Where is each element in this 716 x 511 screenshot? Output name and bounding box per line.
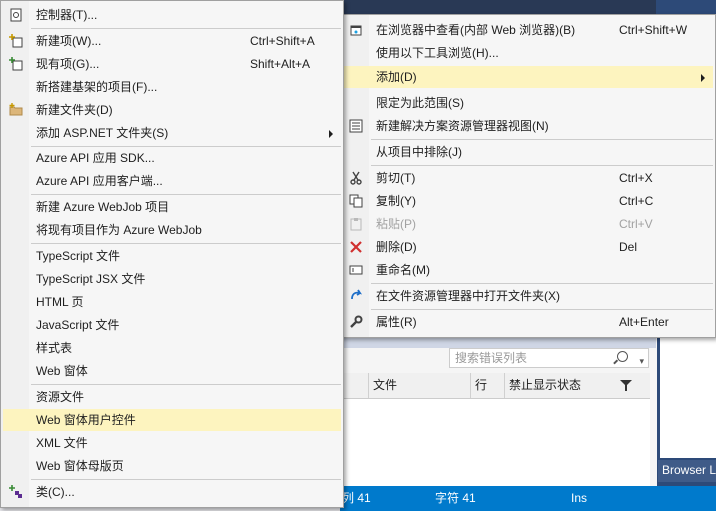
menu-item-open-in-explorer[interactable]: 在文件资源管理器中打开文件夹(X) (343, 285, 713, 307)
new-item-icon (9, 34, 23, 48)
error-list-search-input[interactable]: 搜索错误列表 ▾ (449, 348, 649, 368)
column-suppression[interactable]: 禁止显示状态 (504, 373, 650, 398)
status-mode: Ins (571, 491, 588, 505)
menu-item-delete[interactable]: 删除(D) Del (343, 236, 713, 258)
menu-separator (31, 384, 341, 385)
menu-item-new-scaffolded-item[interactable]: 新搭建基架的项目(F)... (3, 76, 341, 98)
menu-item-existing-item[interactable]: 现有项(G)... Shift+Alt+A (3, 53, 341, 75)
wrench-icon (350, 315, 363, 328)
menu-separator (31, 479, 341, 480)
add-submenu: 控制器(T)... 新建项(W)... Ctrl+Shift+A 现有项(G).… (0, 0, 344, 508)
menu-item-exclude-from-project[interactable]: 从项目中排除(J) (343, 141, 713, 163)
filter-icon[interactable] (620, 380, 632, 391)
menu-item-cut[interactable]: 剪切(T) Ctrl+X (343, 167, 713, 189)
menu-item-properties[interactable]: 属性(R) Alt+Enter (343, 311, 713, 333)
menu-separator (31, 194, 341, 195)
new-folder-icon (9, 103, 23, 116)
chevron-right-icon (329, 130, 333, 138)
error-list-body (340, 399, 650, 487)
menu-item-new-explorer-view[interactable]: 新建解决方案资源管理器视图(N) (343, 115, 713, 137)
menu-item-azure-api-sdk[interactable]: Azure API 应用 SDK... (3, 147, 341, 169)
menu-item-existing-as-webjob[interactable]: 将现有项目作为 Azure WebJob (3, 219, 341, 241)
chevron-down-icon[interactable]: ▾ (639, 352, 644, 370)
controller-icon (10, 8, 22, 22)
paste-icon (350, 218, 362, 231)
menu-item-rename[interactable]: 重命名(M) (343, 259, 713, 281)
menu-item-html-page[interactable]: HTML 页 (3, 291, 341, 313)
menu-item-typescript-file[interactable]: TypeScript 文件 (3, 245, 341, 267)
browser-view-icon (350, 25, 362, 36)
menu-item-class[interactable]: 类(C)... (3, 481, 341, 503)
browser-link-tab[interactable]: Browser Li (658, 460, 716, 482)
menu-item-copy[interactable]: 复制(Y) Ctrl+C (343, 190, 713, 212)
status-column: 列 41 (342, 491, 371, 505)
menu-item-azure-api-client[interactable]: Azure API 应用客户端... (3, 170, 341, 192)
menu-separator (371, 283, 713, 284)
menu-item-new-item[interactable]: 新建项(W)... Ctrl+Shift+A (3, 30, 341, 52)
menu-item-resource-file[interactable]: 资源文件 (3, 386, 341, 408)
cut-icon (350, 171, 362, 185)
new-view-icon (349, 119, 363, 133)
menu-item-javascript-file[interactable]: JavaScript 文件 (3, 314, 341, 336)
open-folder-icon (351, 289, 363, 300)
search-placeholder: 搜索错误列表 (455, 351, 528, 365)
menu-item-add-aspnet-folder[interactable]: 添加 ASP.NET 文件夹(S) (3, 122, 341, 144)
menu-item-typescript-jsx-file[interactable]: TypeScript JSX 文件 (3, 268, 341, 290)
solution-explorer-panel (660, 336, 716, 458)
menu-item-browse-with[interactable]: 使用以下工具浏览(H)... (343, 42, 713, 64)
menu-item-scope-to-this[interactable]: 限定为此范围(S) (343, 92, 713, 114)
menu-item-web-form-master[interactable]: Web 窗体母版页 (3, 455, 341, 477)
error-list-header: 文件 行 禁止显示状态 (340, 373, 650, 399)
search-icon[interactable] (617, 351, 628, 362)
menu-separator (371, 165, 713, 166)
menu-item-paste[interactable]: 粘贴(P) Ctrl+V (343, 213, 713, 235)
menu-item-web-user-control[interactable]: Web 窗体用户控件 (3, 409, 341, 431)
existing-item-icon (9, 57, 23, 71)
menu-item-new-azure-webjob[interactable]: 新建 Azure WebJob 项目 (3, 196, 341, 218)
chevron-right-icon (701, 74, 705, 82)
column-line[interactable]: 行 (470, 373, 505, 398)
context-menu: 在浏览器中查看(内部 Web 浏览器)(B) Ctrl+Shift+W 使用以下… (340, 14, 716, 338)
menu-item-stylesheet[interactable]: 样式表 (3, 337, 341, 359)
menu-separator (371, 309, 713, 310)
menu-item-add[interactable]: 添加(D) (343, 66, 713, 88)
menu-item-controller[interactable]: 控制器(T)... (3, 4, 341, 26)
menu-item-view-in-browser[interactable]: 在浏览器中查看(内部 Web 浏览器)(B) Ctrl+Shift+W (343, 19, 713, 41)
status-char: 字符 41 (435, 491, 476, 505)
rename-icon (349, 265, 363, 275)
menu-item-web-form[interactable]: Web 窗体 (3, 360, 341, 382)
delete-icon (350, 241, 362, 253)
copy-icon (349, 194, 363, 208)
menu-item-new-folder[interactable]: 新建文件夹(D) (3, 99, 341, 121)
menu-item-xml-file[interactable]: XML 文件 (3, 432, 341, 454)
class-icon (9, 485, 22, 498)
menu-separator (31, 243, 341, 244)
status-bar: 列 41 字符 41 Ins (340, 486, 716, 511)
menu-separator (31, 28, 341, 29)
menu-separator (371, 139, 713, 140)
